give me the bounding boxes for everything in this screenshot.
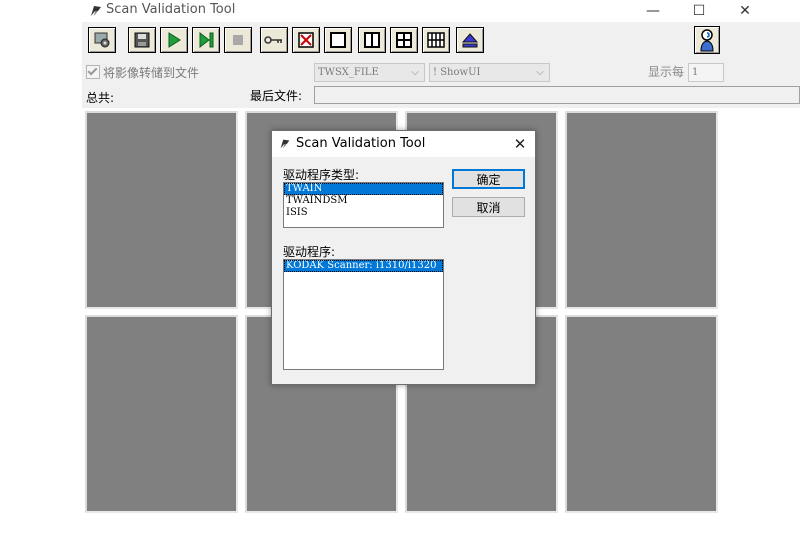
ok-button[interactable]: 确定 bbox=[452, 169, 525, 189]
eject-icon bbox=[461, 33, 479, 48]
list-item[interactable]: TWAIN bbox=[284, 183, 443, 195]
gear-icon bbox=[94, 32, 110, 48]
chevron-down-icon: ⌵ bbox=[536, 67, 544, 78]
dialog-title-bar[interactable]: Scan Validation Tool ✕ bbox=[272, 131, 535, 157]
dialog-title: Scan Validation Tool bbox=[296, 136, 426, 151]
list-item[interactable]: KODAK Scanner: i1310/i1320 bbox=[284, 260, 443, 272]
driver-type-list[interactable]: TWAIN TWAINDSM ISIS bbox=[283, 182, 444, 228]
show-each-label: 显示每 bbox=[648, 65, 685, 79]
close-button[interactable]: ✕ bbox=[722, 0, 768, 22]
minimize-button[interactable]: — bbox=[630, 0, 676, 22]
format-select[interactable]: TWSX_FILE ⌵ bbox=[314, 63, 425, 82]
cancel-button[interactable]: 取消 bbox=[452, 197, 525, 217]
settings-button[interactable] bbox=[88, 27, 116, 53]
eject-button[interactable] bbox=[456, 27, 484, 53]
driver-list[interactable]: KODAK Scanner: i1310/i1320 bbox=[283, 259, 444, 370]
view-8-button[interactable] bbox=[422, 27, 450, 53]
driver-type-label: 驱动程序类型: bbox=[283, 168, 360, 182]
key-icon bbox=[264, 36, 282, 44]
no-view-button[interactable] bbox=[292, 27, 320, 53]
window-title: Scan Validation Tool bbox=[106, 2, 236, 17]
view-1-button[interactable] bbox=[324, 27, 352, 53]
ui-select-value: ! ShowUI bbox=[433, 67, 481, 78]
step-forward-icon bbox=[199, 31, 214, 49]
two-pane-icon bbox=[364, 32, 380, 48]
play-icon bbox=[168, 32, 181, 48]
floppy-icon bbox=[134, 32, 150, 48]
stop-icon bbox=[233, 35, 243, 45]
x-box-icon bbox=[298, 32, 314, 48]
driver-dialog: Scan Validation Tool ✕ 驱动程序类型: TWAIN TWA… bbox=[271, 130, 536, 385]
key-button[interactable] bbox=[260, 27, 288, 53]
ui-select[interactable]: ! ShowUI ⌵ bbox=[429, 63, 550, 82]
last-file-field bbox=[314, 86, 800, 104]
list-item[interactable]: ISIS bbox=[284, 207, 443, 219]
start-button[interactable] bbox=[160, 27, 188, 53]
stop-button[interactable] bbox=[224, 27, 252, 53]
title-bar[interactable]: Scan Validation Tool — ☐ ✕ bbox=[82, 0, 800, 22]
driver-label: 驱动程序: bbox=[283, 245, 336, 259]
view-2-button[interactable] bbox=[358, 27, 386, 53]
help-button[interactable] bbox=[694, 26, 720, 54]
save-images-label: 将影像转储到文件 bbox=[103, 65, 200, 80]
chevron-down-icon: ⌵ bbox=[411, 67, 419, 78]
save-button[interactable] bbox=[128, 27, 156, 53]
list-item[interactable]: TWAINDSM bbox=[284, 195, 443, 207]
show-each-input[interactable]: 1 bbox=[688, 63, 724, 82]
eight-pane-icon bbox=[427, 32, 445, 48]
format-select-value: TWSX_FILE bbox=[318, 67, 379, 78]
total-label: 总共: bbox=[86, 91, 115, 105]
help-person-icon bbox=[700, 29, 714, 52]
image-pane-4[interactable] bbox=[565, 111, 718, 309]
app-icon bbox=[278, 137, 292, 151]
next-page-button[interactable] bbox=[192, 27, 220, 53]
checkbox-mark bbox=[86, 65, 100, 79]
single-pane-icon bbox=[330, 32, 346, 48]
image-pane-5[interactable] bbox=[85, 315, 238, 513]
image-pane-8[interactable] bbox=[565, 315, 718, 513]
image-pane-1[interactable] bbox=[85, 111, 238, 309]
view-4-button[interactable] bbox=[390, 27, 418, 53]
save-images-checkbox[interactable]: 将影像转储到文件 bbox=[86, 64, 199, 80]
dialog-close-button[interactable]: ✕ bbox=[508, 133, 532, 155]
last-file-label: 最后文件: bbox=[250, 89, 303, 103]
maximize-button[interactable]: ☐ bbox=[676, 0, 722, 22]
four-pane-icon bbox=[396, 32, 412, 48]
app-icon bbox=[88, 3, 104, 19]
close-icon: ✕ bbox=[513, 135, 527, 153]
